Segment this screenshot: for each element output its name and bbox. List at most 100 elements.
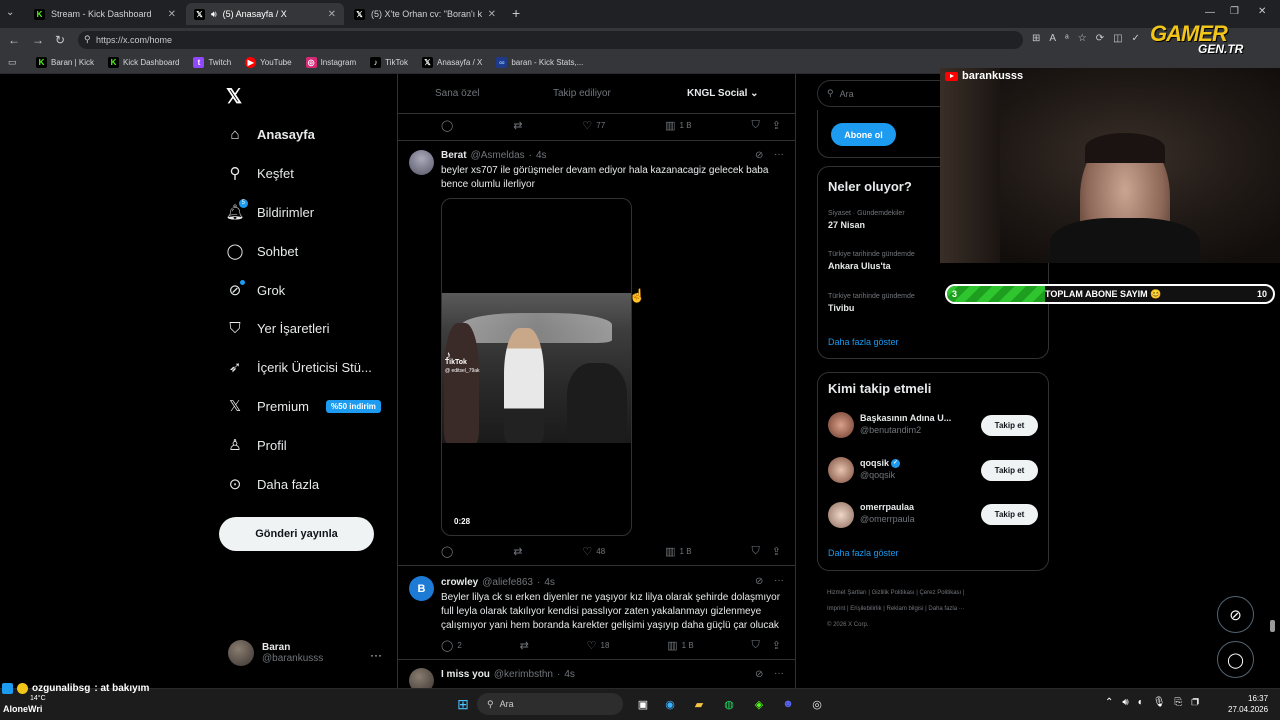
bookmark-item[interactable]: ◎ Instagram <box>305 57 356 68</box>
tweet-author-name[interactable]: crowley <box>441 577 478 588</box>
tweet-author-handle[interactable]: @aliefe863 <box>482 577 533 588</box>
avatar[interactable] <box>828 502 854 528</box>
close-icon[interactable]: ✕ <box>168 9 176 20</box>
close-window-button[interactable]: ✕ <box>1258 6 1266 17</box>
close-icon[interactable]: ✕ <box>488 9 496 20</box>
chrome-icon[interactable]: ◎ <box>808 695 826 713</box>
bookmarks-menu-icon[interactable]: ▭ <box>8 57 17 68</box>
footer-link[interactable]: Çerez Politikası <box>920 590 962 596</box>
forward-button[interactable]: → <box>32 33 44 47</box>
nav-home[interactable]: ⌂ Anasayfa <box>226 125 314 143</box>
tab-kngl-social[interactable]: KNGL Social ⌄ <box>687 88 759 99</box>
follow-button[interactable]: Takip et <box>981 460 1038 481</box>
reload-button[interactable]: ↻ <box>55 33 65 47</box>
more-icon[interactable]: ··· <box>774 668 784 679</box>
avatar[interactable] <box>409 150 434 175</box>
bookmark-item[interactable]: ▶ YouTube <box>245 57 292 68</box>
repost-button[interactable]: ⇄ <box>520 639 529 652</box>
site-info-icon[interactable]: ⚲ <box>84 34 91 45</box>
like-button[interactable]: ♡ 48 <box>582 545 605 558</box>
system-tray-icons[interactable]: ⌃🔊︎◐🎙︎⎘❐ <box>1105 697 1208 708</box>
more-icon[interactable]: ··· <box>774 149 784 160</box>
account-switcher[interactable]: Baran @barankusss <box>228 640 323 666</box>
footer-link[interactable]: Reklam bilgisi <box>887 606 924 612</box>
bookmark-icon[interactable]: ⛉ <box>751 545 759 558</box>
url-bar[interactable]: https://x.com/home <box>78 31 1023 49</box>
grok-icon[interactable]: ⊘ <box>755 576 763 587</box>
avatar[interactable]: B <box>409 576 434 601</box>
bookmark-item[interactable]: ∞ baran - Kick Stats,... <box>496 57 583 68</box>
footer-link[interactable]: Daha fazla ··· <box>928 606 964 612</box>
tweet-author-handle[interactable]: @Asmeldas <box>471 150 525 161</box>
views-button[interactable]: ▥ 1 B <box>665 545 691 558</box>
tweet-author-name[interactable]: Berat <box>441 150 467 161</box>
bookmark-item[interactable]: K Kick Dashboard <box>107 57 179 68</box>
task-view-icon[interactable]: ▣ <box>634 695 652 713</box>
avatar[interactable] <box>828 457 854 483</box>
more-icon[interactable]: ··· <box>370 648 382 662</box>
messages-fab-button[interactable]: ◯ <box>1217 641 1254 678</box>
weather-widget[interactable]: 14°C <box>30 694 46 703</box>
subscribe-button[interactable]: Abone ol <box>831 123 896 146</box>
footer-link[interactable]: Erişilebilirlik <box>850 606 881 612</box>
restore-button[interactable]: ❐ <box>1230 6 1239 17</box>
tab-list-chevron-icon[interactable]: ⌄ <box>6 7 14 18</box>
nav-explore[interactable]: ⚲ Keşfet <box>226 164 294 182</box>
tweet-video[interactable]: ♪ TikTok @ editsel_79ak 0:28 <box>441 198 632 536</box>
follow-button[interactable]: Takip et <box>981 415 1038 436</box>
toolbar-extension-icons[interactable]: ⊞Aᵃ☆⟳◫✓ <box>1032 33 1149 44</box>
share-icon[interactable]: ⇪ <box>772 119 781 132</box>
suggested-user[interactable]: Başkasının Adına U... @benutandim2 <box>860 413 975 435</box>
repost-button[interactable]: ⇄ <box>513 119 522 132</box>
taskbar-clock[interactable]: 16:37 27.04.2026 <box>1228 693 1268 715</box>
bookmark-icon[interactable]: ⛉ <box>751 119 759 132</box>
scrollbar-thumb[interactable] <box>1270 620 1275 632</box>
repost-button[interactable]: ⇄ <box>513 545 522 558</box>
file-explorer-icon[interactable]: ▰ <box>690 695 708 713</box>
taskbar-search[interactable]: ⚲ Ara <box>477 693 623 715</box>
speaker-icon[interactable]: 🔊︎ <box>211 9 217 20</box>
like-button[interactable]: ♡ 18 <box>587 639 610 652</box>
tweet-author-name[interactable]: I miss you <box>441 669 490 680</box>
footer-link[interactable]: Hizmet Şartları <box>827 590 867 596</box>
avatar[interactable] <box>828 412 854 438</box>
nav-messages[interactable]: ◯ Sohbet <box>226 242 299 260</box>
reply-button[interactable]: ◯ <box>441 545 453 558</box>
bookmark-item[interactable]: t Twitch <box>193 57 231 68</box>
trend-item[interactable]: Siyaset · Gündemdekiler 27 Nisan <box>828 210 905 230</box>
tweet-time[interactable]: 4s <box>544 577 555 588</box>
start-button[interactable]: ⊞ <box>454 695 472 713</box>
grok-icon[interactable]: ⊘ <box>755 150 763 161</box>
footer-link[interactable]: Imprint <box>827 606 845 612</box>
reply-button[interactable]: ◯ 2 <box>441 639 462 652</box>
new-tab-button[interactable]: + <box>512 5 520 21</box>
tweet-author-handle[interactable]: @kerimbsthn <box>494 669 553 680</box>
back-button[interactable]: ← <box>8 33 20 47</box>
tweet-time[interactable]: 4s <box>536 150 547 161</box>
close-icon[interactable]: ✕ <box>328 9 336 20</box>
grok-icon[interactable]: ⊘ <box>755 669 763 680</box>
bookmark-icon[interactable]: ⛉ <box>752 639 760 652</box>
minimize-button[interactable]: — <box>1205 7 1215 18</box>
bookmark-item[interactable]: ♪ TikTok <box>370 57 408 68</box>
bookmark-item[interactable]: 𝕏 Anasayfa / X <box>421 57 482 68</box>
footer-link[interactable]: Gizlilik Politikası <box>872 590 915 596</box>
suggested-user[interactable]: qoqsik ✓ @qoqsik <box>860 458 975 480</box>
tab-anasayfa-x[interactable]: 𝕏 🔊︎ (5) Anasayfa / X ✕ <box>186 3 344 25</box>
tab-for-you[interactable]: Sana özel <box>435 88 479 99</box>
nav-profile[interactable]: ♙ Profil <box>226 436 286 454</box>
more-icon[interactable]: ··· <box>774 575 784 586</box>
post-button[interactable]: Gönderi yayınla <box>219 517 374 551</box>
views-button[interactable]: ▥ 1 B <box>667 639 693 652</box>
trend-item[interactable]: Türkiye tarihinde gündemde Ankara Ulus't… <box>828 251 915 271</box>
nav-bookmarks[interactable]: ⛉ Yer İşaretleri <box>226 319 329 337</box>
like-button[interactable]: ♡ 77 <box>582 119 605 132</box>
bookmark-item[interactable]: K Baran | Kick <box>36 57 94 68</box>
follow-button[interactable]: Takip et <box>981 504 1038 525</box>
grok-fab-button[interactable]: ⊘ <box>1217 596 1254 633</box>
tab-following[interactable]: Takip ediliyor <box>553 88 611 99</box>
views-button[interactable]: ▥ 1 B <box>665 119 691 132</box>
trend-item[interactable]: Türkiye tarihinde gündemde Tivibu <box>828 293 915 313</box>
discord-icon[interactable]: ☻ <box>779 695 797 713</box>
share-icon[interactable]: ⇪ <box>772 639 781 652</box>
